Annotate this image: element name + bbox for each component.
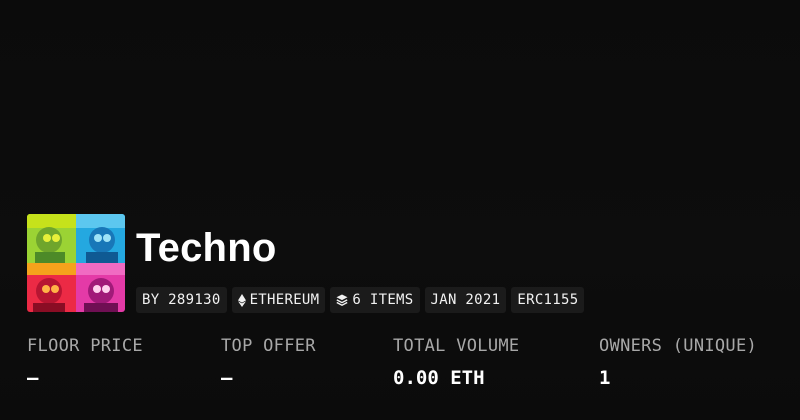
stat-value: —: [221, 367, 233, 389]
collection-thumbnail[interactable]: [27, 214, 125, 312]
date-label: JAN 2021: [430, 292, 501, 308]
ethereum-icon: [237, 293, 246, 307]
chain-chip: ETHEREUM: [231, 287, 326, 313]
stat-value: 0.00 ETH: [393, 367, 485, 389]
thumbnail-tile-green: [27, 214, 76, 263]
collection-header: Techno BY 289130 ETHEREUM 6 ITEMS JAN 20…: [27, 214, 585, 313]
thumbnail-tile-blue: [76, 214, 125, 263]
chain-label: ETHEREUM: [249, 292, 320, 308]
stat-owners-unique: OWNERS (UNIQUE) 1: [599, 336, 757, 389]
standard-label: ERC1155: [517, 292, 579, 308]
stat-value: —: [27, 367, 39, 389]
items-chip: 6 ITEMS: [330, 287, 420, 313]
layers-icon: [336, 294, 348, 306]
creator-chip[interactable]: BY 289130: [136, 287, 227, 313]
stat-floor-price: FLOOR PRICE —: [27, 336, 143, 389]
stat-value: 1: [599, 367, 611, 389]
standard-chip: ERC1155: [511, 287, 585, 313]
stat-total-volume: TOTAL VOLUME 0.00 ETH: [393, 336, 519, 389]
thumbnail-tile-magenta: [76, 263, 125, 312]
collection-title: Techno: [136, 226, 277, 270]
creator-label: BY 289130: [142, 292, 221, 308]
stat-label: TOTAL VOLUME: [393, 336, 520, 356]
stat-label: OWNERS (UNIQUE): [599, 336, 758, 356]
date-chip: JAN 2021: [424, 287, 507, 313]
collection-meta-chips: BY 289130 ETHEREUM 6 ITEMS JAN 2021 ERC1…: [136, 287, 585, 313]
stat-label: FLOOR PRICE: [27, 336, 143, 356]
items-label: 6 ITEMS: [352, 292, 414, 308]
thumbnail-tile-red: [27, 263, 76, 312]
stat-top-offer: TOP OFFER —: [221, 336, 316, 389]
collection-info: Techno BY 289130 ETHEREUM 6 ITEMS JAN 20…: [136, 214, 585, 313]
stat-label: TOP OFFER: [221, 336, 316, 356]
